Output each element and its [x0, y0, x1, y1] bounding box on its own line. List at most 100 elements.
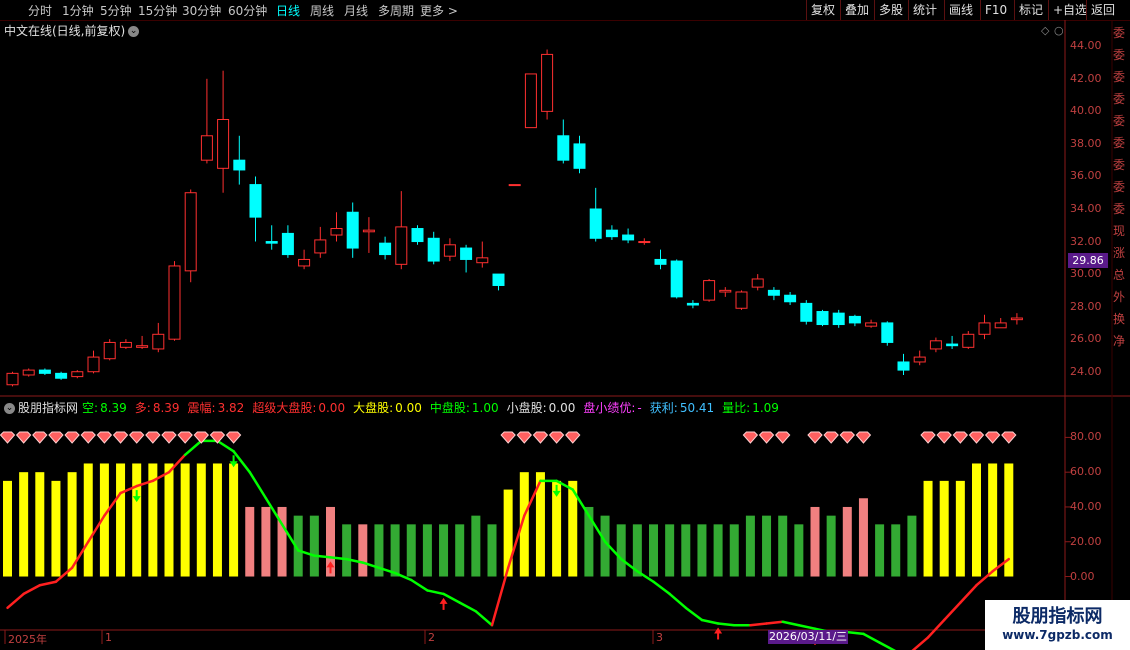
osc-bar: [649, 524, 658, 577]
trend-segment: [442, 592, 461, 604]
candle: [703, 278, 716, 302]
trend-segment: [749, 622, 768, 627]
side-label: 委: [1113, 70, 1126, 84]
candle: [508, 184, 521, 187]
candle: [897, 353, 910, 375]
indicator-value: 8.39: [152, 401, 180, 415]
osc-bar: [455, 524, 465, 577]
side-label: 现: [1113, 224, 1126, 238]
osc-bar: [762, 515, 772, 577]
trend-segment: [313, 554, 332, 559]
price-tick: 38.00: [1070, 136, 1102, 150]
trend-segment: [942, 601, 962, 622]
price-tick: 26.00: [1070, 332, 1102, 346]
candle: [881, 321, 894, 346]
gem-icon: [48, 431, 64, 444]
trend-segment: [183, 439, 203, 457]
osc-tick: 0.00: [1070, 569, 1095, 583]
candle: [265, 225, 278, 250]
candle: [605, 225, 618, 240]
side-panel: 委委委委委委委委委现涨总外换净: [1113, 22, 1130, 352]
indicator-label: 中盘股:: [429, 401, 470, 415]
osc-bar: [116, 463, 126, 577]
gem-icon: [161, 431, 177, 444]
trend-segment: [668, 592, 688, 610]
candle: [557, 119, 570, 164]
osc-bar: [875, 524, 885, 577]
price-tick: 32.00: [1070, 234, 1102, 248]
candle: [524, 73, 537, 129]
side-label: 涨: [1113, 246, 1126, 260]
indicator-value: 8.39: [100, 401, 127, 415]
candle: [962, 331, 975, 349]
candle: [395, 191, 408, 270]
gem-icon: [516, 431, 532, 444]
indicator-item: 小盘股: 0.00: [507, 401, 580, 415]
side-label: 委: [1113, 114, 1126, 128]
date-badge: 2026/03/11/三: [768, 630, 848, 644]
gem-icon: [177, 431, 193, 444]
price-tick: 36.00: [1070, 169, 1102, 183]
indicator-value: 0.00: [548, 401, 576, 415]
candle: [119, 339, 132, 349]
gem-icon: [500, 431, 516, 444]
osc-bar: [180, 463, 190, 577]
trend-segment: [846, 630, 865, 636]
price-tick: 30.00: [1070, 267, 1102, 281]
indicator-item: 大盘股: 0.00: [353, 401, 426, 415]
indicator-name: 股朋指标网: [18, 401, 79, 415]
price-tick: 42.00: [1070, 71, 1102, 85]
trend-segment: [6, 592, 25, 610]
trend-segment: [410, 578, 429, 592]
indicator-label: 大盘股:: [353, 401, 394, 415]
indicator-label: 小盘股:: [506, 401, 547, 415]
osc-tick: 20.00: [1070, 534, 1102, 548]
gem-icon: [145, 431, 161, 444]
trend-segment: [959, 583, 978, 604]
candle: [848, 314, 861, 327]
trend-segment: [458, 601, 478, 613]
candle: [136, 335, 149, 349]
candle: [460, 244, 473, 273]
side-label: 委: [1113, 136, 1126, 150]
indicator-item: 超级大盘股: 0.00: [252, 401, 349, 415]
side-label: 换: [1113, 312, 1126, 326]
gem-icon: [984, 431, 1001, 444]
date-tick: 1: [105, 631, 112, 644]
candle: [55, 371, 68, 380]
indicator-label: 震幅:: [187, 401, 216, 415]
osc-bar: [51, 480, 61, 577]
candle: [622, 228, 635, 244]
osc-bar: [842, 506, 852, 577]
gem-icon: [15, 431, 32, 444]
indicator-value: 0.00: [395, 401, 422, 415]
indicator-item: 震幅: 3.82: [188, 401, 249, 415]
osc-bar: [422, 524, 432, 577]
candle: [6, 371, 19, 387]
gem-icon: [565, 431, 581, 444]
candle: [411, 225, 424, 245]
trend-segment: [38, 580, 58, 587]
osc-bar: [342, 524, 352, 577]
gem-icon: [32, 431, 48, 444]
trend-segment: [426, 589, 445, 596]
osc-bar: [261, 506, 271, 577]
side-label: 净: [1113, 334, 1126, 348]
chevron-down-icon[interactable]: ⌄: [4, 403, 15, 414]
price-tick: 28.00: [1070, 299, 1102, 313]
osc-bar: [745, 515, 755, 577]
gem-icon: [129, 431, 145, 444]
buy-arrow-icon: [714, 627, 723, 640]
price-tick: 44.00: [1070, 39, 1102, 53]
osc-bar: [358, 524, 368, 577]
osc-bar: [923, 480, 933, 577]
chart-canvas[interactable]: ◇ ○: [0, 0, 1130, 650]
osc-bar: [665, 524, 675, 577]
current-price-badge: 29.86: [1068, 253, 1108, 268]
osc-bar: [955, 480, 965, 577]
date-tick: 3: [656, 631, 663, 644]
osc-bar: [713, 524, 723, 577]
gem-icon: [0, 431, 16, 444]
side-label: 委: [1113, 158, 1126, 172]
gem-icon: [532, 431, 549, 444]
